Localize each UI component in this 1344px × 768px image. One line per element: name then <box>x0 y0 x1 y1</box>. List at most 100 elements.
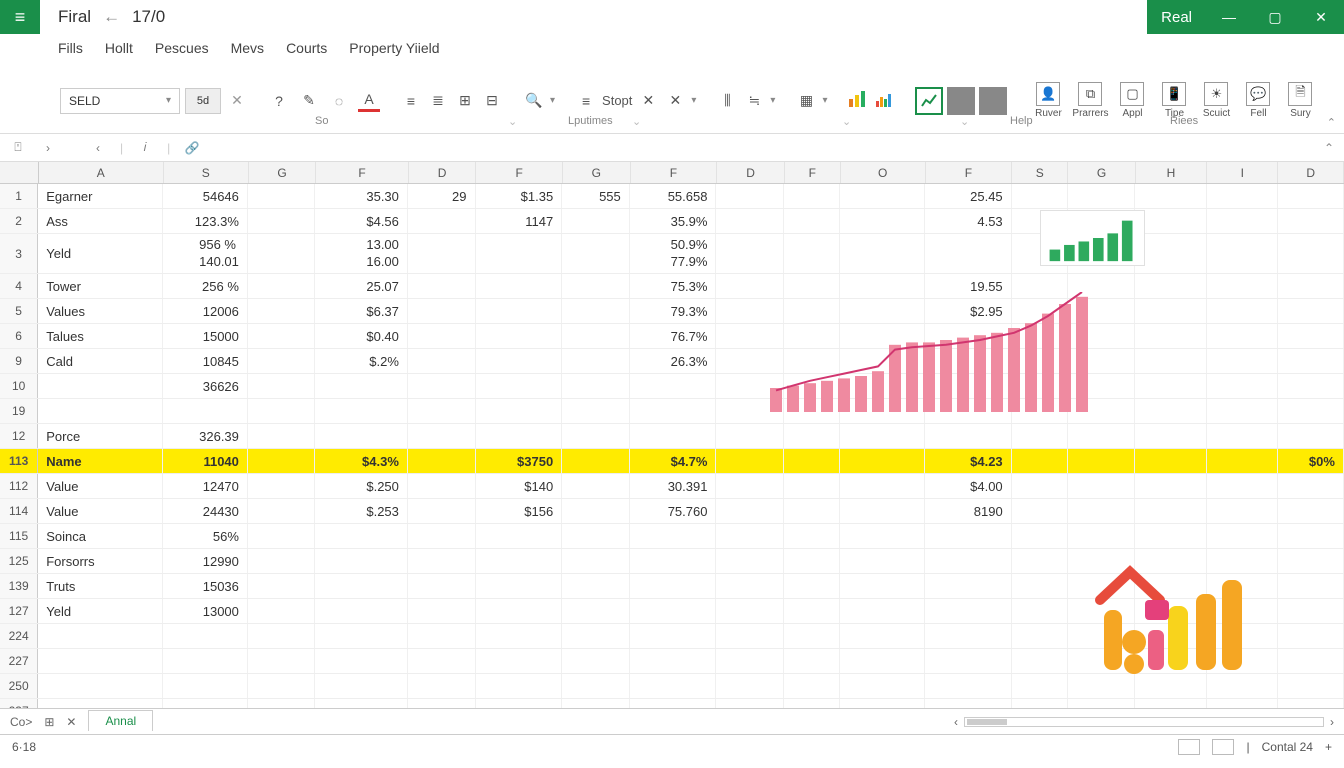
cell[interactable] <box>1278 699 1344 708</box>
row-header[interactable]: 1 <box>0 184 38 208</box>
col-header[interactable]: D <box>1278 162 1344 183</box>
cell[interactable]: Value <box>38 499 163 523</box>
cell[interactable] <box>925 674 1012 698</box>
cell[interactable] <box>840 474 925 498</box>
cell[interactable] <box>784 574 840 598</box>
chevron-down-icon[interactable]: ▾ <box>770 95 775 106</box>
cell[interactable] <box>315 699 407 708</box>
horizontal-scrollbar[interactable]: ‹ › <box>954 715 1334 729</box>
select-all-corner[interactable] <box>0 162 39 183</box>
cell[interactable] <box>1278 184 1344 208</box>
cell[interactable] <box>1207 424 1278 448</box>
cell[interactable]: $6.37 <box>315 299 407 323</box>
cell[interactable] <box>562 374 630 398</box>
cell[interactable] <box>1012 399 1068 423</box>
cell[interactable] <box>1278 209 1344 233</box>
cell[interactable]: $0.40 <box>315 324 407 348</box>
view-normal-icon[interactable] <box>1178 739 1200 755</box>
cell[interactable] <box>1135 374 1206 398</box>
cell[interactable] <box>630 574 717 598</box>
cell[interactable] <box>163 674 248 698</box>
cell[interactable] <box>476 674 563 698</box>
cell[interactable] <box>716 599 784 623</box>
cell[interactable] <box>476 274 563 298</box>
cell[interactable]: Yeld <box>38 234 163 273</box>
cell[interactable] <box>408 599 476 623</box>
chart-column-icon[interactable] <box>847 89 867 112</box>
cell[interactable] <box>1207 299 1278 323</box>
cell[interactable] <box>476 234 563 273</box>
cell[interactable] <box>408 374 476 398</box>
cell[interactable] <box>716 449 784 473</box>
cell[interactable] <box>38 374 163 398</box>
cell[interactable] <box>716 424 784 448</box>
cell[interactable]: 35.9% <box>630 209 717 233</box>
cell[interactable] <box>1135 299 1206 323</box>
cell[interactable] <box>562 449 630 473</box>
cell[interactable] <box>630 699 717 708</box>
row-header[interactable]: 19 <box>0 399 38 423</box>
cell[interactable] <box>1068 424 1136 448</box>
cell[interactable] <box>562 649 630 673</box>
cell[interactable]: Soinca <box>38 524 163 548</box>
cell[interactable] <box>408 574 476 598</box>
col-header[interactable]: S <box>164 162 249 183</box>
align-center-icon[interactable]: ≣ <box>427 90 449 112</box>
cell[interactable] <box>163 699 248 708</box>
cell[interactable] <box>408 399 476 423</box>
cell[interactable] <box>1012 699 1068 708</box>
cell[interactable] <box>315 549 407 573</box>
cell[interactable] <box>716 474 784 498</box>
cell[interactable] <box>840 549 925 573</box>
cell[interactable] <box>840 324 925 348</box>
col-header[interactable]: G <box>249 162 317 183</box>
ribbon-appl[interactable]: ▢Appl <box>1111 82 1153 119</box>
cell[interactable] <box>1135 424 1206 448</box>
fbar-collapse-icon[interactable]: ⌃ <box>1324 141 1334 155</box>
cell[interactable] <box>1012 549 1068 573</box>
cell[interactable]: Truts <box>38 574 163 598</box>
clear-icon[interactable]: ◌ <box>328 90 350 112</box>
cell[interactable]: 10845 <box>163 349 248 373</box>
cell[interactable] <box>1207 184 1278 208</box>
merge-icon[interactable]: ≡ <box>575 90 597 112</box>
row-header[interactable]: 139 <box>0 574 38 598</box>
cell[interactable]: 75.760 <box>630 499 717 523</box>
cell[interactable] <box>1012 424 1068 448</box>
cell[interactable] <box>840 499 925 523</box>
cell[interactable] <box>248 399 316 423</box>
cell[interactable] <box>315 624 407 648</box>
cell[interactable] <box>840 574 925 598</box>
cell[interactable]: 15036 <box>163 574 248 598</box>
dialog-launcher-icon[interactable]: ⌄ <box>842 115 851 128</box>
cell[interactable] <box>38 674 163 698</box>
cell[interactable] <box>716 549 784 573</box>
cell[interactable] <box>315 599 407 623</box>
small-input[interactable]: 5d <box>185 88 221 114</box>
cell[interactable]: 13000 <box>163 599 248 623</box>
cell[interactable] <box>476 324 563 348</box>
cell[interactable] <box>784 234 840 273</box>
cell[interactable] <box>248 649 316 673</box>
cell[interactable] <box>562 574 630 598</box>
cell[interactable]: $4.7% <box>630 449 717 473</box>
sheet-close-icon[interactable]: ✕ <box>66 715 76 729</box>
cell[interactable] <box>315 649 407 673</box>
dialog-launcher-icon[interactable]: ⌄ <box>632 115 641 128</box>
cell[interactable] <box>1012 649 1068 673</box>
cell[interactable]: 12990 <box>163 549 248 573</box>
scroll-left-icon[interactable]: ‹ <box>954 715 958 729</box>
cell[interactable] <box>840 184 925 208</box>
cell[interactable] <box>784 599 840 623</box>
cell[interactable] <box>38 399 163 423</box>
cell[interactable] <box>408 449 476 473</box>
cell[interactable] <box>562 549 630 573</box>
cell[interactable]: 256 % <box>163 274 248 298</box>
cell[interactable] <box>840 599 925 623</box>
cell[interactable]: $.253 <box>315 499 407 523</box>
chart-type-gray2[interactable] <box>979 87 1007 115</box>
cell[interactable] <box>784 674 840 698</box>
cell[interactable]: 12006 <box>163 299 248 323</box>
cell[interactable] <box>1068 374 1136 398</box>
cell[interactable] <box>408 624 476 648</box>
